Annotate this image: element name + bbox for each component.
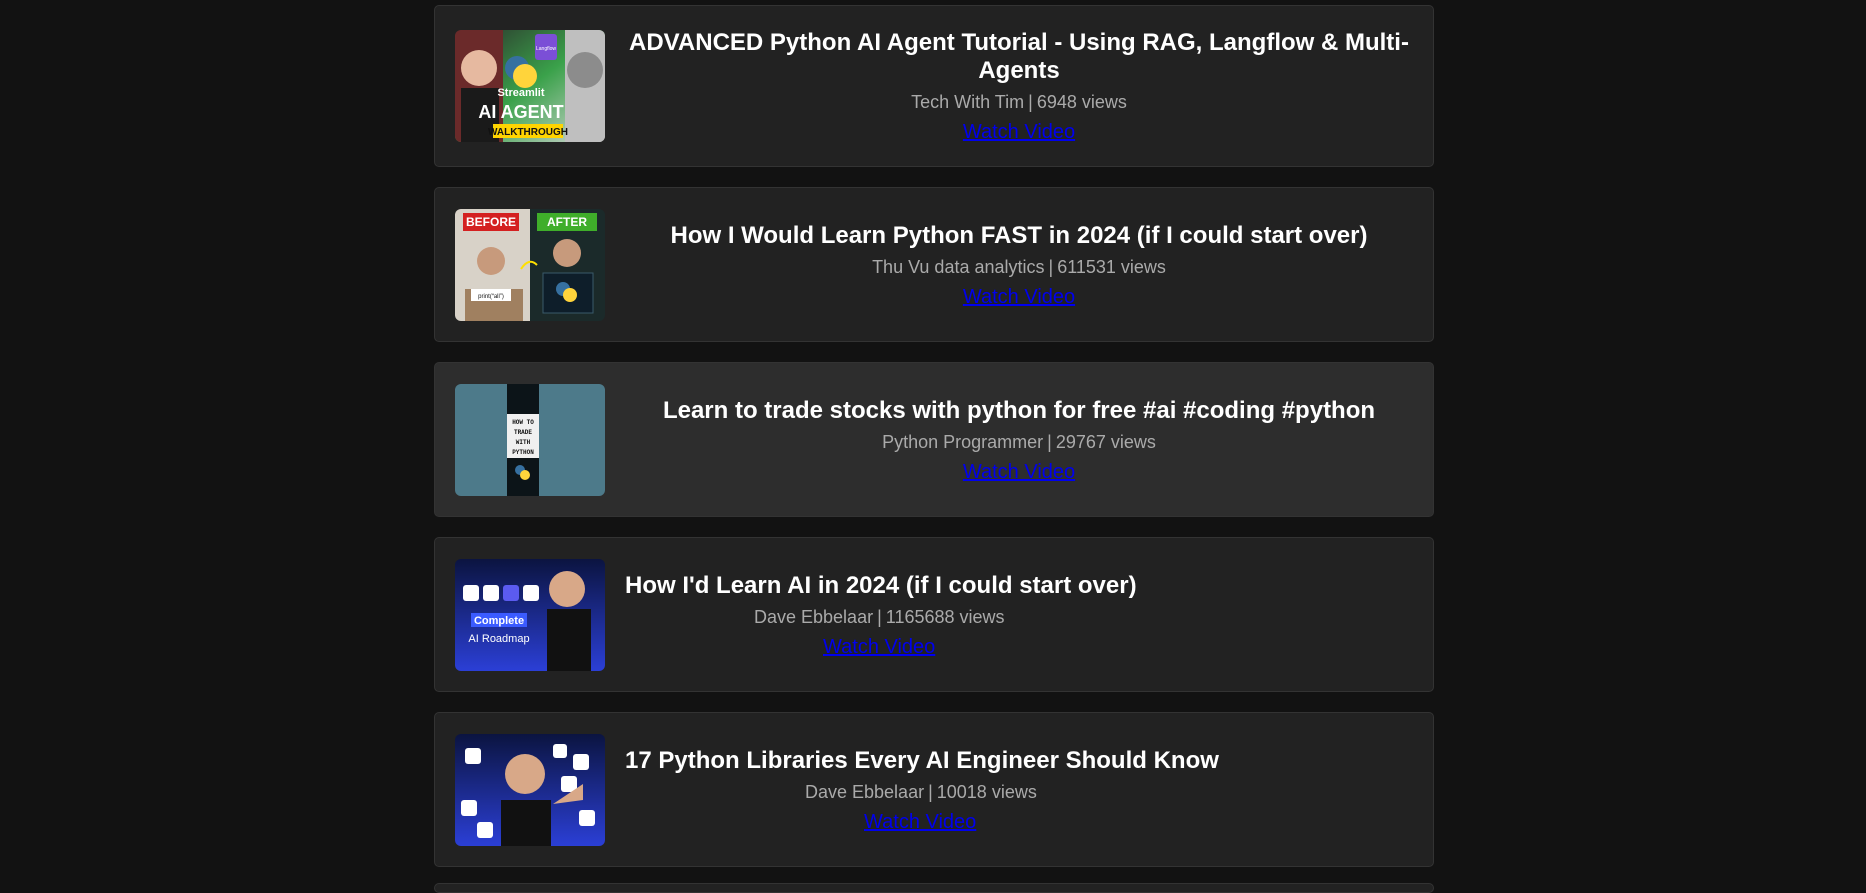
video-meta: Tech With Tim | 6948 views xyxy=(625,91,1413,113)
svg-text:PYTHON: PYTHON xyxy=(512,449,534,456)
video-card[interactable]: Complete AI Roadmap How I'd Learn AI in … xyxy=(434,537,1434,692)
python-libraries-thumbnail-icon xyxy=(455,733,605,846)
watch-video-link[interactable]: Watch Video xyxy=(963,121,1075,143)
channel-name: Dave Ebbelaar xyxy=(805,781,925,802)
video-info: How I'd Learn AI in 2024 (if I could sta… xyxy=(605,572,1413,658)
svg-text:Streamlit: Streamlit xyxy=(497,87,544,99)
svg-text:Langflow: Langflow xyxy=(536,46,556,52)
watch-video-link[interactable]: Watch Video xyxy=(864,811,976,833)
svg-text:Complete: Complete xyxy=(474,615,524,627)
video-card[interactable]: 17 Python Libraries Every AI Engineer Sh… xyxy=(434,712,1434,867)
meta-separator: | xyxy=(1048,256,1054,277)
channel-name: Thu Vu data analytics xyxy=(872,256,1045,277)
svg-text:AI Roadmap: AI Roadmap xyxy=(468,633,529,645)
video-thumbnail[interactable]: BEFORE AFTER print(“all”) xyxy=(455,208,605,321)
meta-separator: | xyxy=(877,606,882,627)
video-info: How I Would Learn Python FAST in 2024 (i… xyxy=(605,222,1413,308)
video-info: Learn to trade stocks with python for fr… xyxy=(605,397,1413,483)
video-card[interactable]: BEFORE AFTER print(“all”) How I Would Le… xyxy=(434,187,1434,342)
video-thumbnail[interactable]: HOW TO TRADE WITH PYTHON xyxy=(455,383,605,496)
channel-name: Python Programmer xyxy=(882,431,1044,452)
video-list: Langflow Streamlit AI AGENT WALKTHROUGH … xyxy=(434,5,1434,887)
meta-separator: | xyxy=(928,781,933,802)
video-thumbnail[interactable]: Langflow Streamlit AI AGENT WALKTHROUGH xyxy=(455,30,605,142)
watch-video-link[interactable]: Watch Video xyxy=(963,286,1075,308)
video-thumbnail[interactable]: Complete AI Roadmap xyxy=(455,558,605,671)
video-title: ADVANCED Python AI Agent Tutorial - Usin… xyxy=(629,29,1409,84)
ai-agent-walkthrough-thumbnail-icon: Langflow Streamlit AI AGENT WALKTHROUGH xyxy=(455,30,605,142)
ai-roadmap-thumbnail-icon: Complete AI Roadmap xyxy=(455,558,605,671)
view-count: 1165688 views xyxy=(885,606,1005,627)
svg-text:WALKTHROUGH: WALKTHROUGH xyxy=(488,127,568,138)
video-card[interactable]: Langflow Streamlit AI AGENT WALKTHROUGH … xyxy=(434,5,1434,167)
video-title: How I'd Learn AI in 2024 (if I could sta… xyxy=(625,571,1137,599)
video-thumbnail[interactable] xyxy=(455,733,605,846)
view-count: 10018 views xyxy=(936,781,1037,802)
video-info-inner: 17 Python Libraries Every AI Engineer Sh… xyxy=(625,747,1413,833)
meta-separator: | xyxy=(1047,431,1052,452)
watch-video-link[interactable]: Watch Video xyxy=(823,636,935,658)
video-card[interactable]: HOW TO TRADE WITH PYTHON Learn to trade … xyxy=(434,362,1434,517)
video-meta: Python Programmer | 29767 views xyxy=(625,431,1413,453)
watch-video-link[interactable]: Watch Video xyxy=(963,461,1075,483)
video-info: 17 Python Libraries Every AI Engineer Sh… xyxy=(605,747,1413,833)
video-title: How I Would Learn Python FAST in 2024 (i… xyxy=(670,221,1368,249)
video-meta: Dave Ebbelaar | 1165688 views xyxy=(625,606,1413,628)
video-meta: Dave Ebbelaar | 10018 views xyxy=(625,781,1413,803)
trade-python-short-thumbnail-icon: HOW TO TRADE WITH PYTHON xyxy=(455,383,605,496)
svg-text:BEFORE: BEFORE xyxy=(466,215,516,229)
video-info-inner: How I'd Learn AI in 2024 (if I could sta… xyxy=(625,572,1413,658)
before-after-thumbnail-icon: BEFORE AFTER print(“all”) xyxy=(455,208,605,321)
svg-text:AI AGENT: AI AGENT xyxy=(478,102,563,122)
video-title: Learn to trade stocks with python for fr… xyxy=(662,396,1376,424)
channel-name: Tech With Tim xyxy=(911,92,1025,112)
svg-text:HOW TO: HOW TO xyxy=(512,419,534,426)
view-count: 29767 views xyxy=(1055,431,1156,452)
svg-text:TRADE: TRADE xyxy=(514,429,532,436)
meta-separator: | xyxy=(1028,92,1033,112)
svg-text:WITH: WITH xyxy=(516,439,531,446)
video-title: 17 Python Libraries Every AI Engineer Sh… xyxy=(625,746,1219,774)
channel-name: Dave Ebbelaar xyxy=(754,606,874,627)
svg-text:print(“all”): print(“all”) xyxy=(478,294,504,300)
view-count: 6948 views xyxy=(1036,92,1127,112)
video-info: ADVANCED Python AI Agent Tutorial - Usin… xyxy=(605,29,1413,143)
next-video-card-partial[interactable] xyxy=(434,883,1434,893)
video-meta: Thu Vu data analytics | 611531 views xyxy=(625,256,1413,278)
view-count: 611531 views xyxy=(1057,256,1166,277)
svg-text:AFTER: AFTER xyxy=(547,215,587,229)
